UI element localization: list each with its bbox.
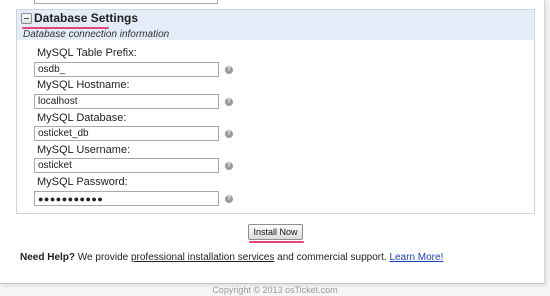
installation-services-link[interactable]: professional installation services [131, 252, 274, 263]
hostname-input[interactable] [34, 94, 219, 109]
section-title: Database Settings [34, 11, 139, 25]
database-help-icon[interactable]: ? [225, 130, 233, 138]
database-input[interactable] [34, 126, 219, 141]
help-prefix: Need Help? [20, 252, 76, 263]
button-highlight-underline [249, 241, 304, 243]
username-help-icon[interactable]: ? [225, 162, 233, 170]
password-help-icon[interactable]: ? [225, 195, 233, 203]
password-input[interactable] [34, 191, 219, 206]
help-text: Need Help? We provide professional insta… [20, 252, 443, 263]
help-text-before: We provide [75, 252, 131, 263]
hostname-help-icon[interactable]: ? [225, 98, 233, 106]
table-prefix-help-icon[interactable]: ? [225, 66, 233, 74]
password-label: MySQL Password: [37, 176, 128, 188]
previous-section-input[interactable] [34, 0, 218, 4]
table-prefix-label: MySQL Table Prefix: [37, 47, 137, 59]
help-text-after: and commercial support. [274, 252, 390, 263]
learn-more-link[interactable]: Learn More! [389, 252, 443, 263]
table-prefix-input[interactable] [34, 62, 219, 77]
collapse-toggle-icon[interactable] [21, 13, 32, 24]
copyright-footer: Copyright © 2013 osTicket.com [212, 285, 338, 295]
username-input[interactable] [34, 158, 219, 173]
hostname-label: MySQL Hostname: [37, 79, 130, 91]
section-description: Database connection information [23, 29, 170, 40]
database-label: MySQL Database: [37, 112, 127, 124]
install-now-button[interactable]: Install Now [248, 224, 303, 240]
username-label: MySQL Username: [37, 144, 131, 156]
